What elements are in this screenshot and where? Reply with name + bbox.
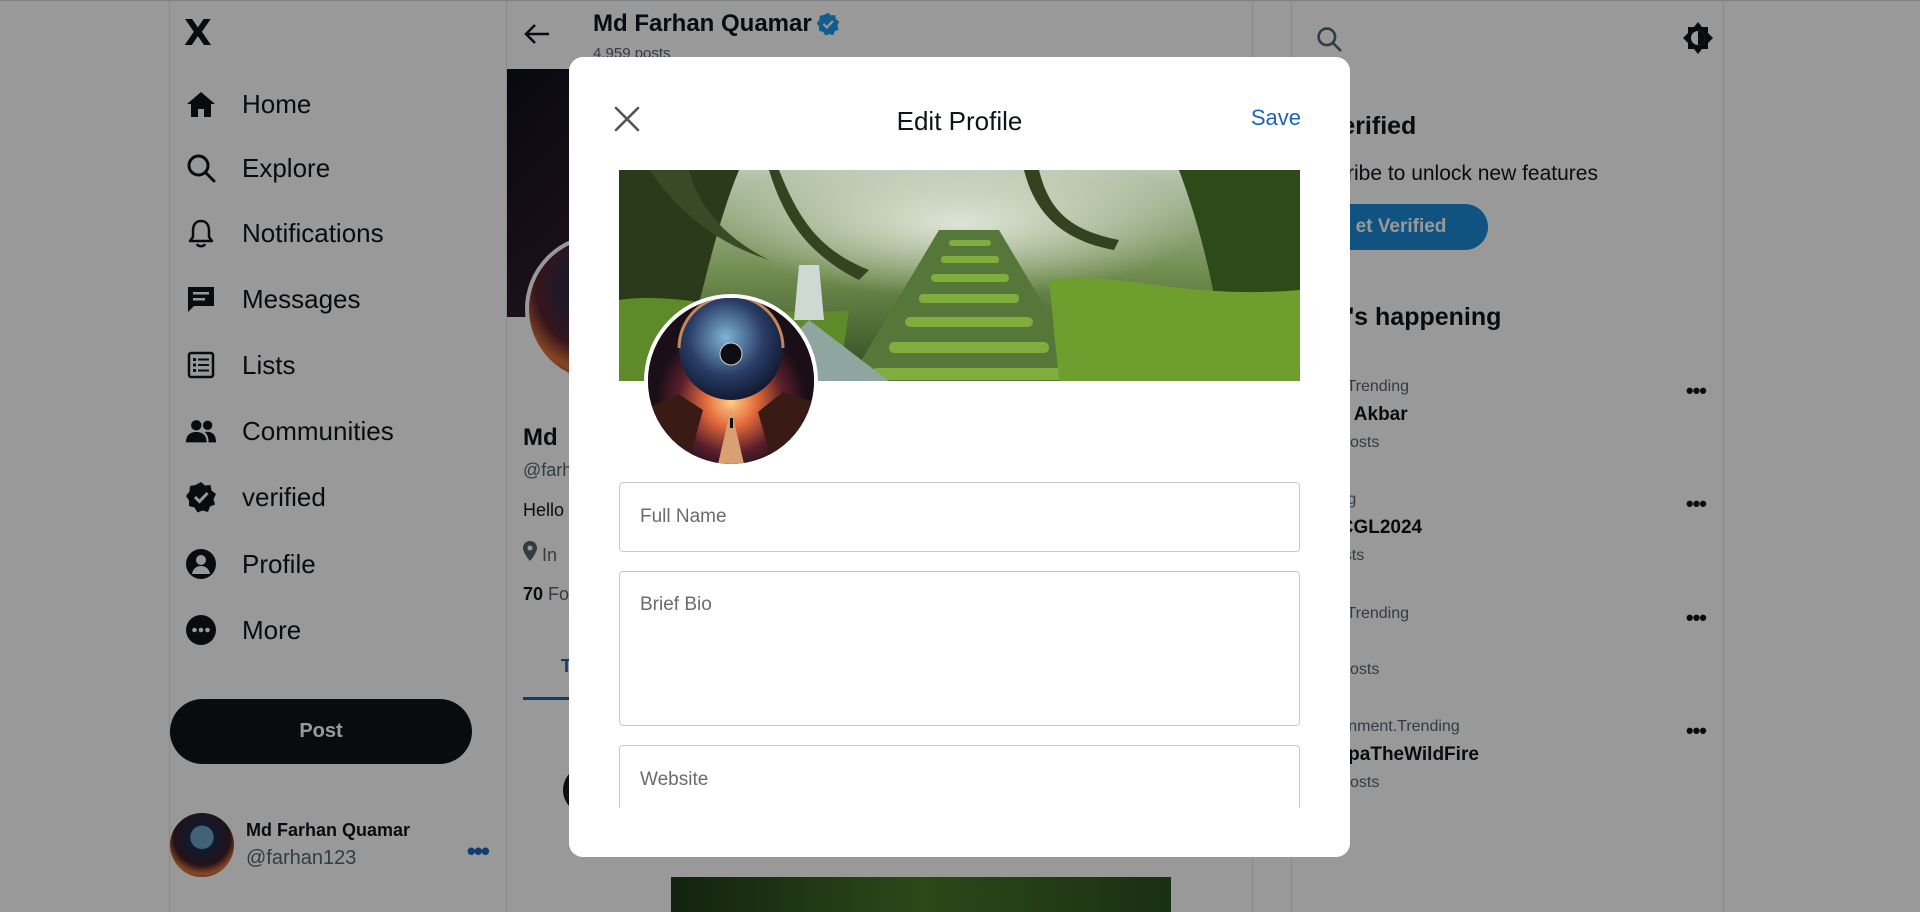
dialog-title: Edit Profile [896, 106, 1023, 136]
full-name-input[interactable] [619, 482, 1300, 552]
edit-profile-dialog: Edit Profile Save [569, 57, 1350, 857]
avatar-image[interactable] [644, 294, 818, 468]
dialog-footer-space [569, 808, 1350, 857]
bio-textarea[interactable] [619, 571, 1300, 726]
website-input[interactable] [619, 745, 1300, 815]
save-button[interactable]: Save [1251, 105, 1301, 131]
